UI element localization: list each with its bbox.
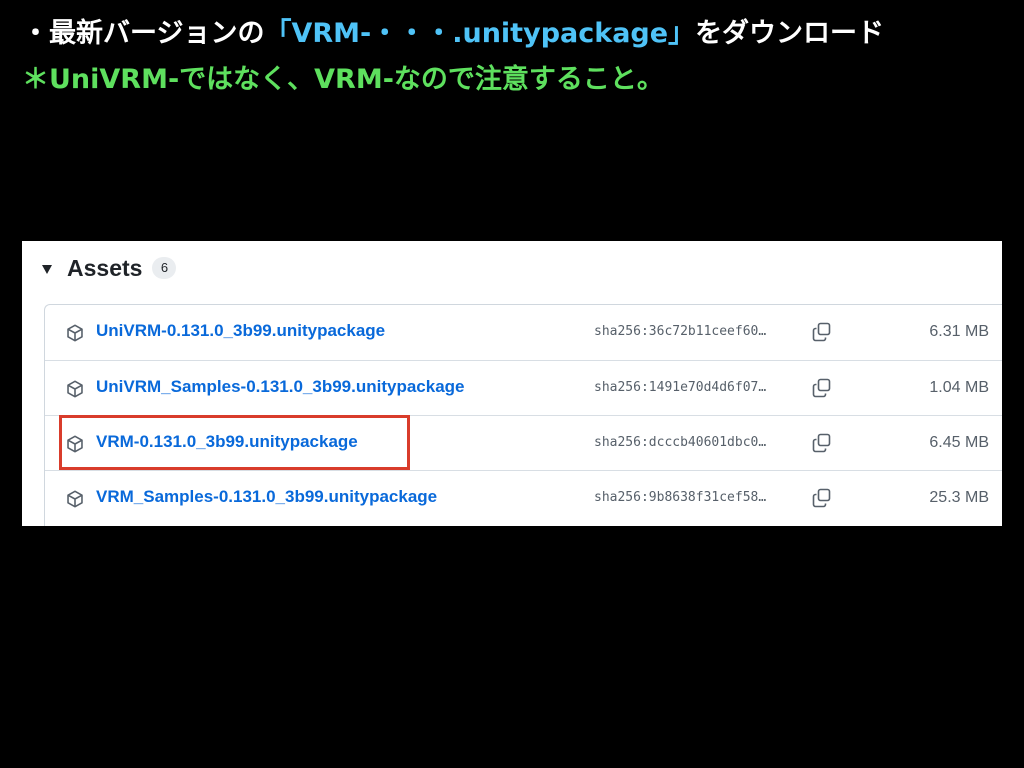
asset-sha: sha256:9b8638f31cef58… — [594, 490, 767, 505]
instruction-line-1: ・最新バージョンの「VRM-・・・.unitypackage」をダウンロード — [22, 16, 884, 52]
package-icon — [67, 435, 83, 453]
copy-icon[interactable] — [811, 321, 833, 343]
assets-list: UniVRM-0.131.0_3b99.unitypackage sha256:… — [44, 304, 1002, 526]
assets-count-badge: 6 — [152, 257, 177, 279]
instruction-accent: 「VRM-・・・.unitypackage」 — [264, 18, 696, 49]
copy-icon[interactable] — [811, 377, 833, 399]
asset-sha: sha256:36c72b11ceef60… — [594, 324, 767, 339]
asset-size: 1.04 MB — [929, 379, 989, 396]
copy-icon[interactable] — [811, 487, 833, 509]
asset-link-univrm[interactable]: UniVRM-0.131.0_3b99.unitypackage — [96, 321, 385, 341]
asset-sha: sha256:dcccb40601dbc0… — [594, 435, 767, 450]
asset-row: UniVRM-0.131.0_3b99.unitypackage sha256:… — [45, 305, 1002, 360]
asset-link-univrm-samples[interactable]: UniVRM_Samples-0.131.0_3b99.unitypackage — [96, 377, 465, 397]
instruction-note: ＊UniVRM-ではなく、VRM-なので注意すること。 — [22, 64, 664, 95]
caret-down-icon[interactable] — [42, 264, 52, 274]
asset-sha: sha256:1491e70d4d6f07… — [594, 380, 767, 395]
package-icon — [67, 380, 83, 398]
assets-summary[interactable]: Assets 6 — [42, 254, 177, 282]
asset-row: VRM-0.131.0_3b99.unitypackage sha256:dcc… — [45, 415, 1002, 470]
slide: ・最新バージョンの「VRM-・・・.unitypackage」をダウンロード ＊… — [0, 0, 1024, 768]
instruction-prefix: ・最新バージョンの — [22, 18, 265, 49]
asset-row: UniVRM_Samples-0.131.0_3b99.unitypackage… — [45, 360, 1002, 415]
assets-title: Assets — [67, 254, 143, 281]
asset-size: 6.31 MB — [929, 323, 989, 340]
copy-icon[interactable] — [811, 432, 833, 454]
asset-link-vrm[interactable]: VRM-0.131.0_3b99.unitypackage — [96, 432, 358, 452]
asset-size: 6.45 MB — [929, 434, 989, 451]
asset-row: VRM_Samples-0.131.0_3b99.unitypackage sh… — [45, 470, 1002, 525]
package-icon — [67, 324, 83, 342]
instruction-suffix: をダウンロード — [695, 18, 885, 49]
asset-size: 25.3 MB — [929, 489, 989, 506]
assets-panel: Assets 6 UniVRM-0.131.0_3b99.unitypackag… — [22, 241, 1002, 526]
asset-link-vrm-samples[interactable]: VRM_Samples-0.131.0_3b99.unitypackage — [96, 487, 437, 507]
package-icon — [67, 490, 83, 508]
